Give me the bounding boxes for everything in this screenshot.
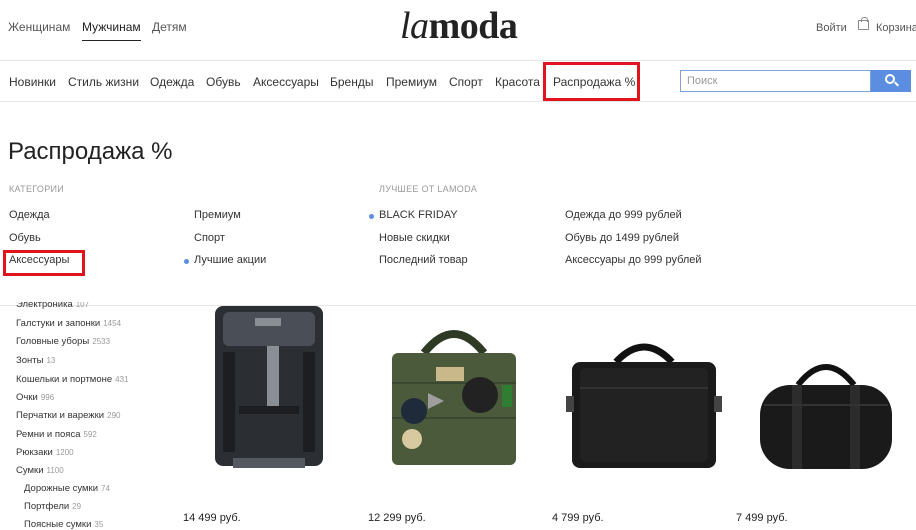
nav-item-sport[interactable]: Спорт <box>449 75 483 89</box>
sidebar-item-count: 29 <box>72 502 82 511</box>
sidebar-item-count: 996 <box>40 393 55 402</box>
menu-link-premium[interactable]: Премиум <box>194 209 241 221</box>
black-duffel-bag-icon[interactable] <box>756 355 896 473</box>
sidebar-item-count: 290 <box>107 411 121 420</box>
product-price: 7 499 руб. <box>736 512 788 524</box>
sidebar-item-label: Электроника <box>16 299 73 310</box>
sidebar-item-label: Кошельки и портмоне <box>16 374 113 385</box>
sidebar-item-label: Сумки <box>16 465 44 476</box>
sidebar-item-count: 592 <box>83 430 97 439</box>
cart-link[interactable]: Корзина <box>876 22 916 34</box>
sidebar-item-count: 74 <box>101 484 110 493</box>
tab-women[interactable]: Женщинам <box>8 20 70 34</box>
menu-link-best-deals[interactable]: Лучшие акции <box>194 254 266 266</box>
nav-item-lifestyle[interactable]: Стиль жизни <box>68 75 139 89</box>
patched-tote-bag-icon[interactable] <box>384 323 524 469</box>
sidebar-item-briefcases[interactable]: Портфели 29 <box>24 501 81 512</box>
product-price: 12 299 руб. <box>368 512 426 524</box>
search-input[interactable]: Поиск <box>680 70 871 92</box>
sidebar-item-bags[interactable]: Сумки 1100 <box>16 465 64 476</box>
sidebar-item-count: 1454 <box>103 319 122 328</box>
cart-icon[interactable] <box>858 17 869 30</box>
sidebar-item-label: Головные уборы <box>16 336 90 347</box>
menu-link-black-friday[interactable]: BLACK FRIDAY <box>379 209 458 221</box>
lamoda-logo[interactable]: lamoda <box>400 4 518 48</box>
sidebar-item-label: Перчатки и варежки <box>16 410 105 421</box>
wheeled-duffel-bag-icon[interactable] <box>205 306 335 474</box>
menu-link-new-discounts[interactable]: Новые скидки <box>379 232 450 244</box>
logo-moda: moda <box>428 5 518 47</box>
sidebar-item-label: Зонты <box>16 355 44 366</box>
sidebar-item-electronics[interactable]: Электроника 107 <box>16 299 90 310</box>
menu-link-sport[interactable]: Спорт <box>194 232 225 244</box>
product-price: 4 799 руб. <box>552 512 604 524</box>
sidebar-item-belts[interactable]: Ремни и пояса 592 <box>16 429 97 440</box>
tab-men[interactable]: Мужчинам <box>82 20 141 41</box>
sidebar-item-count: 2533 <box>92 337 111 346</box>
nav-item-shoes[interactable]: Обувь <box>206 75 241 89</box>
sidebar-item-label: Очки <box>16 392 38 403</box>
nav-item-clothing[interactable]: Одежда <box>150 75 194 89</box>
menu-link-last-items[interactable]: Последний товар <box>379 254 468 266</box>
sidebar-item-count: 431 <box>115 375 129 384</box>
product-price: 14 499 руб. <box>183 512 241 524</box>
sidebar-item-label: Рюкзаки <box>16 447 53 458</box>
menu-title: Распродажа % <box>8 138 173 165</box>
sidebar-item-count: 13 <box>46 356 56 365</box>
sidebar-item-label: Ремни и пояса <box>16 429 81 440</box>
sidebar-item-backpacks[interactable]: Рюкзаки 1200 <box>16 447 74 458</box>
sidebar-item-travel-bags[interactable]: Дорожные сумки 74 <box>24 483 110 494</box>
categories-heading: Категории <box>9 184 65 194</box>
nav-item-accessories[interactable]: Аксессуары <box>253 75 319 89</box>
search-icon-handle <box>894 81 899 87</box>
menu-link-accessories-999[interactable]: Аксессуары до 999 рублей <box>565 254 702 266</box>
sidebar-item-label: Портфели <box>24 501 70 512</box>
sidebar-item-wallets[interactable]: Кошельки и портмоне 431 <box>16 374 129 385</box>
sidebar-item-gloves[interactable]: Перчатки и варежки 290 <box>16 410 120 421</box>
menu-link-shoes[interactable]: Обувь <box>9 232 41 244</box>
sidebar-item-label: Поясные сумки <box>24 519 92 530</box>
sidebar-item-label: Дорожные сумки <box>24 483 99 494</box>
sidebar-item-label: Галстуки и запонки <box>16 318 101 329</box>
sidebar-item-umbrellas[interactable]: Зонты 13 <box>16 355 55 366</box>
tab-kids[interactable]: Детям <box>152 20 187 34</box>
sidebar-item-count: 35 <box>94 520 104 529</box>
sidebar-item-glasses[interactable]: Очки 996 <box>16 392 54 403</box>
sidebar-item-count: 1100 <box>46 466 64 475</box>
best-heading: Лучшее от Lamoda <box>379 184 478 194</box>
sale-highlight-box <box>543 62 640 101</box>
best-deals-dot-icon <box>184 259 189 264</box>
logo-la: la <box>400 5 429 47</box>
sidebar-item-waist-bags[interactable]: Поясные сумки 35 <box>24 519 103 530</box>
login-link[interactable]: Войти <box>816 22 847 34</box>
nav-item-brands[interactable]: Бренды <box>330 75 373 89</box>
sidebar-item-ties[interactable]: Галстуки и запонки 1454 <box>16 318 121 329</box>
sidebar-item-hats[interactable]: Головные уборы 2533 <box>16 336 110 347</box>
sidebar-item-count: 107 <box>75 300 90 309</box>
menu-link-clothing[interactable]: Одежда <box>9 209 50 221</box>
nav-item-beauty[interactable]: Красота <box>495 75 540 89</box>
nav-item-premium[interactable]: Премиум <box>386 75 437 89</box>
menu-link-shoes-1499[interactable]: Обувь до 1499 рублей <box>565 232 679 244</box>
black-friday-dot-icon <box>369 214 374 219</box>
top-bar: Женщинам Мужчинам Детям lamoda Войти Кор… <box>0 0 916 60</box>
accessories-highlight-box <box>3 250 85 276</box>
menu-divider <box>0 305 916 306</box>
leather-briefcase-icon[interactable] <box>566 336 722 472</box>
menu-link-clothing-999[interactable]: Одежда до 999 рублей <box>565 209 682 221</box>
nav-item-new[interactable]: Новинки <box>9 75 56 89</box>
sidebar-item-count: 1200 <box>55 448 74 457</box>
search-button[interactable] <box>871 70 911 92</box>
